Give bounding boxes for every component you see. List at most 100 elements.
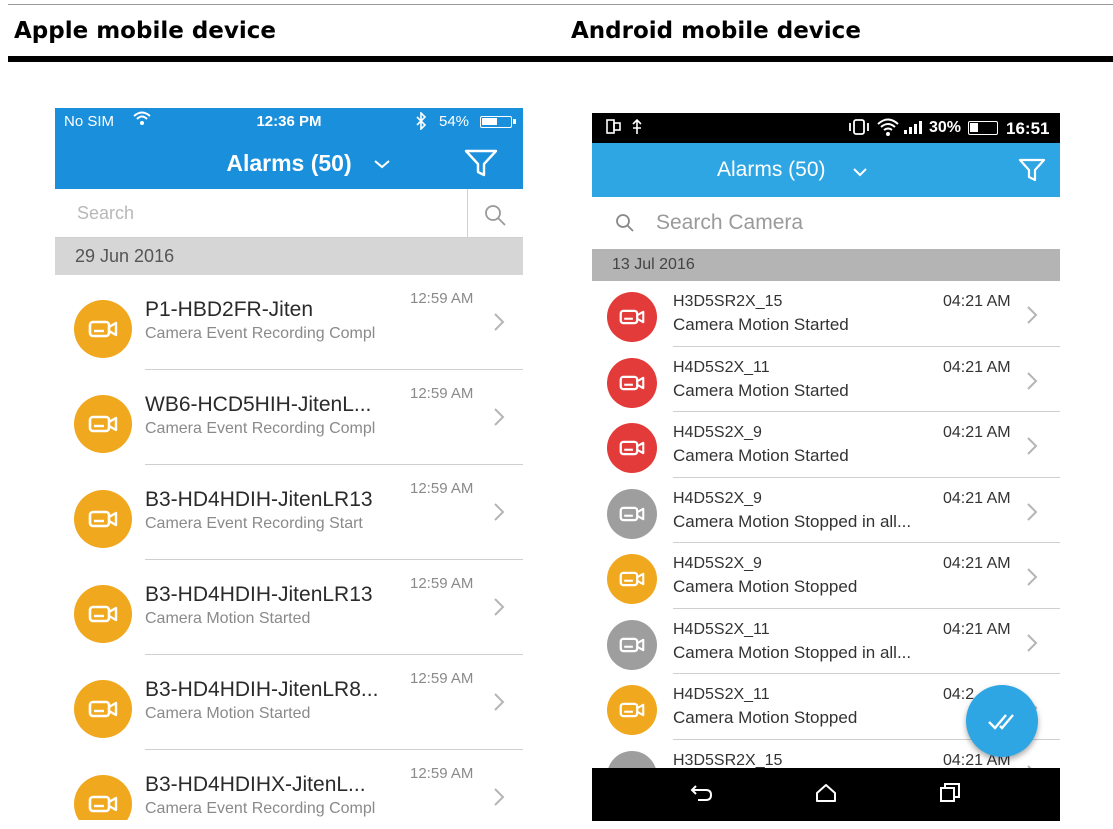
alarm-camera-name: H4D5S2X_9 (673, 424, 762, 441)
android-battery-percent: 30% (929, 119, 962, 136)
alarm-time: 04:21 AM (943, 293, 1011, 310)
alarm-description: Camera Event Recording Compl (145, 420, 376, 437)
chevron-down-icon[interactable] (852, 165, 868, 183)
android-screen: 30% 16:51 Alarms (50) 13 Jul 2016 H3D5SR… (592, 113, 1060, 821)
ios-alarm-row[interactable]: B3-HD4HDIH-JitenLR13 Camera Motion Starte… (55, 560, 523, 655)
chevron-right-icon (493, 692, 505, 717)
notification-icons (606, 118, 646, 141)
chevron-right-icon (1026, 436, 1038, 461)
android-alarm-row[interactable]: H4D5S2X_11 Camera Motion Stopped in all..… (592, 609, 1060, 674)
ios-screen: No SIM 12:36 PM 54% Alarms (50) 29 Jun 2… (55, 108, 523, 820)
alarm-camera-name: H4D5S2X_9 (673, 555, 762, 572)
alarm-camera-name: H4D5S2X_11 (673, 686, 770, 703)
bluetooth-icon (415, 111, 427, 134)
alarm-time: 12:59 AM (410, 480, 474, 497)
chevron-right-icon (1026, 502, 1038, 527)
ios-status-bar: No SIM 12:36 PM 54% (55, 108, 523, 136)
alarm-time: 12:59 AM (410, 765, 474, 782)
alarm-camera-name: H3D5SR2X_15 (673, 751, 783, 769)
alarm-description: Camera Motion Stopped (673, 577, 858, 596)
wifi-icon (876, 117, 900, 142)
android-alarms-title[interactable]: Alarms (50) (717, 158, 826, 182)
ios-alarm-row[interactable]: B3-HD4HDIH-JitenLR13 Camera Event Recordi… (55, 465, 523, 560)
ios-alarm-row[interactable]: B3-HD4HDIHX-JitenL... Camera Event Record… (55, 750, 523, 820)
ios-search-input[interactable] (63, 195, 463, 231)
ios-alarms-title[interactable]: Alarms (50) (55, 150, 523, 177)
alarm-description: Camera Motion Stopped in all... (673, 511, 912, 531)
filter-icon[interactable] (1017, 157, 1047, 188)
alarm-time: 04:2 (943, 686, 975, 703)
chevron-right-icon (493, 502, 505, 527)
alarm-camera-name: B3-HD4HDIHX-JitenL... (145, 773, 366, 796)
android-toolbar: Alarms (50) (592, 143, 1060, 197)
recents-icon[interactable] (938, 782, 962, 809)
chevron-right-icon (493, 597, 505, 622)
camera-icon (607, 423, 657, 473)
android-alarm-row[interactable]: H4D5S2X_9 Camera Motion Stopped in all...… (592, 478, 1060, 543)
ios-battery-percent: 54% (439, 113, 470, 130)
home-icon[interactable] (814, 782, 838, 809)
android-alarm-row[interactable]: H4D5S2X_9 Camera Motion Stopped 04:21 AM (592, 543, 1060, 609)
android-alarm-row[interactable]: H4D5S2X_9 Camera Motion Started 04:21 AM (592, 412, 1060, 478)
android-alarm-row[interactable]: H3D5SR2X_15 Camera Motion Started 04:21 AM (592, 281, 1060, 347)
camera-icon (607, 619, 657, 670)
android-status-bar: 30% 16:51 (592, 113, 1060, 143)
ios-date-header: 29 Jun 2016 (55, 238, 523, 275)
acknowledge-all-button[interactable] (966, 685, 1038, 757)
chevron-right-icon (1026, 371, 1038, 396)
android-alarm-row[interactable]: H4D5S2X_11 Camera Motion Started 04:21 AM (592, 347, 1060, 412)
back-icon[interactable] (690, 782, 714, 809)
camera-icon (74, 395, 132, 453)
ios-nav-bar: Alarms (50) (55, 136, 523, 189)
battery-icon (968, 121, 998, 135)
camera-icon (74, 490, 132, 548)
ios-alarm-row[interactable]: WB6-HCD5HIH-JitenL... Camera Event Record… (55, 370, 523, 465)
alarm-camera-name: H4D5S2X_11 (673, 620, 770, 638)
chevron-right-icon (493, 407, 505, 432)
alarm-time: 04:21 AM (943, 358, 1011, 376)
apple-heading: Apple mobile device (14, 18, 276, 44)
chevron-down-icon[interactable] (373, 157, 391, 175)
alarm-description: Camera Motion Started (673, 446, 849, 465)
chevron-right-icon (493, 787, 505, 812)
top-rule (8, 4, 1113, 5)
alarm-time: 04:21 AM (943, 489, 1011, 507)
alarm-camera-name: WB6-HCD5HIH-JitenL... (145, 393, 372, 416)
alarm-description: Camera Motion Stopped (673, 708, 858, 727)
ios-alarm-row[interactable]: B3-HD4HDIH-JitenLR8... Camera Motion Star… (55, 655, 523, 750)
search-icon[interactable] (614, 212, 636, 239)
alarm-camera-name: H4D5S2X_9 (673, 489, 762, 507)
alarm-description: Camera Motion Started (673, 380, 849, 400)
ios-alarm-row[interactable]: P1-HBD2FR-Jiten Camera Event Recording Co… (55, 275, 523, 370)
camera-icon (74, 680, 132, 738)
vibrate-icon (848, 118, 870, 141)
alarm-camera-name: B3-HD4HDIH-JitenLR13 (145, 583, 373, 606)
ios-alarm-list: P1-HBD2FR-Jiten Camera Event Recording Co… (55, 275, 523, 820)
alarm-camera-name: B3-HD4HDIH-JitenLR8... (145, 678, 379, 701)
ios-search-bar (55, 189, 523, 238)
filter-icon[interactable] (463, 148, 499, 183)
camera-icon (607, 488, 657, 539)
alarm-time: 12:59 AM (410, 290, 474, 307)
alarm-camera-name: H3D5SR2X_15 (673, 293, 783, 310)
alarm-camera-name: H4D5S2X_11 (673, 358, 770, 376)
alarm-camera-name: P1-HBD2FR-Jiten (145, 298, 314, 321)
alarm-time: 12:59 AM (410, 575, 474, 592)
alarm-description: Camera Event Recording Start (145, 515, 363, 532)
battery-icon (480, 116, 516, 128)
android-search-input[interactable] (648, 205, 1028, 241)
android-search-bar (592, 197, 1060, 249)
chevron-right-icon (1026, 567, 1038, 592)
alarm-time: 12:59 AM (410, 670, 474, 687)
signal-icon (903, 119, 925, 140)
camera-icon (607, 292, 657, 342)
alarm-time: 04:21 AM (943, 620, 1011, 638)
alarm-description: Camera Motion Started (673, 315, 849, 334)
alarm-description: Camera Motion Started (145, 705, 311, 722)
camera-icon (74, 585, 132, 643)
chevron-right-icon (1026, 305, 1038, 330)
camera-icon (607, 685, 657, 735)
camera-icon (607, 357, 657, 408)
alarm-time: 04:21 AM (943, 555, 1011, 572)
search-icon[interactable] (481, 201, 509, 229)
